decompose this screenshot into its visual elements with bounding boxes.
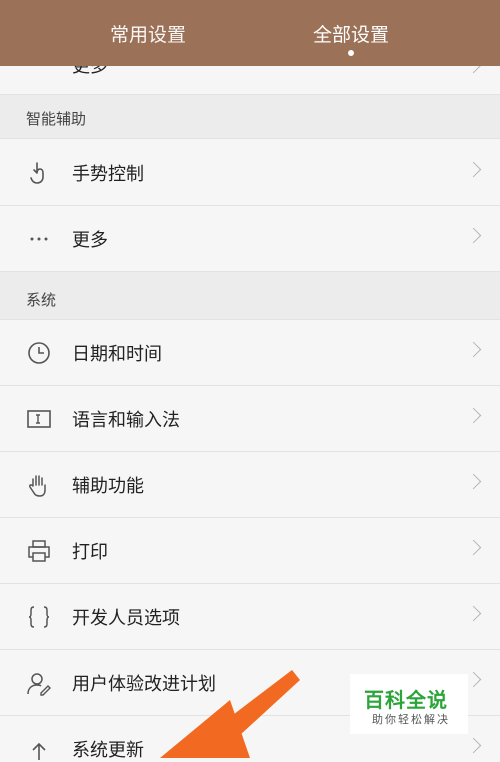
annotation-arrow <box>160 670 300 758</box>
